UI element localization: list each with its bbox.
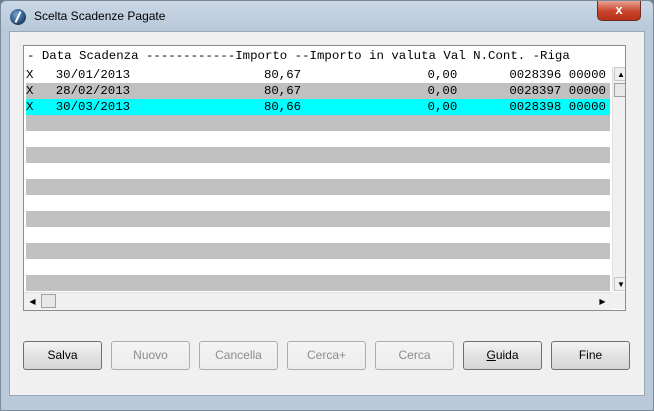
search-plus-button[interactable]: Cerca+ <box>287 341 366 370</box>
table-row[interactable] <box>26 115 610 131</box>
vertical-scrollbar[interactable]: ▲ ▼ <box>612 67 625 291</box>
client-area: - Data Scadenza ------------Importo --Im… <box>9 31 645 396</box>
vertical-scroll-thumb[interactable] <box>614 83 625 97</box>
horizontal-scrollbar[interactable]: ◀ ▶ <box>24 292 612 310</box>
help-button[interactable]: Guida <box>463 341 542 370</box>
table-row[interactable]: X 30/03/2013 80,66 0,00 0028398 00000 <box>26 99 610 115</box>
search-button[interactable]: Cerca <box>375 341 454 370</box>
table-row[interactable] <box>26 195 610 211</box>
close-button[interactable]: x <box>597 1 641 21</box>
right-arrow-icon[interactable]: ▶ <box>595 294 610 309</box>
down-arrow-icon[interactable]: ▼ <box>614 277 625 291</box>
table-row[interactable] <box>26 275 610 291</box>
grid-rows[interactable]: X 30/01/2013 80,67 0,00 0028396 00000 X 2… <box>26 67 610 291</box>
save-button[interactable]: Salva <box>23 341 102 370</box>
table-row[interactable] <box>26 147 610 163</box>
table-row[interactable] <box>26 227 610 243</box>
horizontal-scroll-thumb[interactable] <box>41 294 56 308</box>
table-row[interactable] <box>26 179 610 195</box>
help-mnemonic: G <box>486 348 496 362</box>
table-row[interactable]: X 28/02/2013 80,67 0,00 0028397 00000 <box>26 83 610 99</box>
left-arrow-icon[interactable]: ◀ <box>25 294 40 309</box>
up-arrow-icon[interactable]: ▲ <box>614 67 625 81</box>
delete-button[interactable]: Cancella <box>199 341 278 370</box>
app-icon <box>10 9 26 25</box>
table-row[interactable] <box>26 259 610 275</box>
scrollbar-corner <box>612 292 625 309</box>
table-row[interactable]: X 30/01/2013 80,67 0,00 0028396 00000 <box>26 67 610 83</box>
help-label: uida <box>495 348 519 362</box>
end-button[interactable]: Fine <box>551 341 630 370</box>
table-row[interactable] <box>26 131 610 147</box>
new-button[interactable]: Nuovo <box>111 341 190 370</box>
due-dates-grid[interactable]: - Data Scadenza ------------Importo --Im… <box>23 45 626 311</box>
table-row[interactable] <box>26 211 610 227</box>
table-row[interactable] <box>26 163 610 179</box>
dialog-window: Scelta Scadenze Pagate x - Data Scadenza… <box>0 0 654 411</box>
grid-header: - Data Scadenza ------------Importo --Im… <box>27 49 570 63</box>
table-row[interactable] <box>26 243 610 259</box>
title-bar[interactable]: Scelta Scadenze Pagate x <box>1 1 653 31</box>
window-title: Scelta Scadenze Pagate <box>34 9 166 23</box>
